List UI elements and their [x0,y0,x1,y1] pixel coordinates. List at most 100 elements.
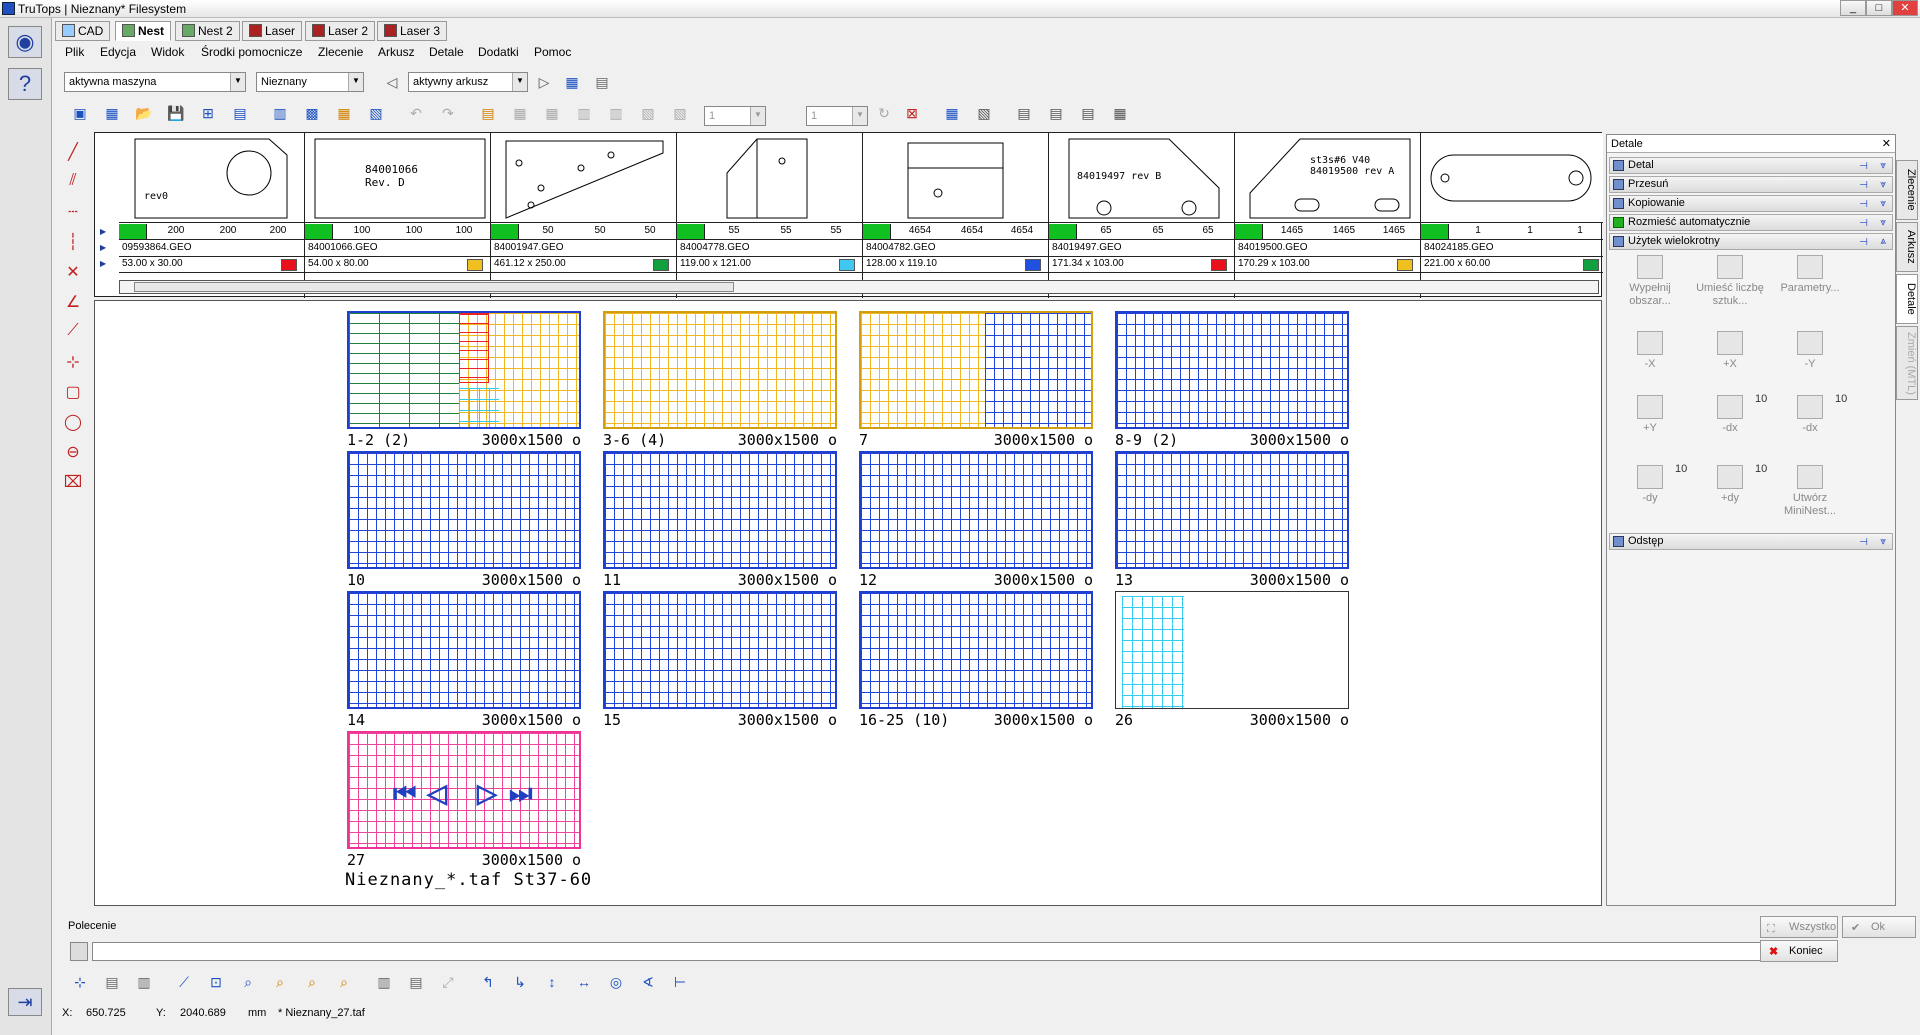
place-count-tool[interactable]: Umieść liczbę sztuk... [1691,255,1769,308]
section-rozmiesc[interactable]: Rozmieść automatycznie ⊣ ⩔ [1609,214,1893,231]
part-card[interactable]: rev0 200 200 200 09593864.GEO 53.00 x 30.0… [119,133,305,298]
all-button[interactable]: ⛶ Wszystko [1760,916,1838,938]
sheet-tool2-icon[interactable]: ▦ [540,101,564,125]
zoom-all-icon[interactable]: ⌕ [332,970,356,994]
last-page-icon[interactable]: ⏭ [509,778,532,810]
rect-tool-icon[interactable]: ▢ [56,382,90,410]
tech-icon[interactable]: ▧ [972,101,996,125]
view-b-icon[interactable]: ▤ [404,970,428,994]
tab-laser2[interactable]: Laser 2 [305,21,376,41]
parts-add-icon[interactable]: ▩ [300,101,324,125]
menu-zlecenie[interactable]: Zlecenie [318,45,363,59]
sheet-thumb[interactable] [603,451,837,569]
prev-page-icon[interactable]: ◁ [427,778,447,809]
part-card[interactable]: 84001066 Rev. D 100 100 100 84001066.GEO 5… [305,133,491,298]
delete-sheet-icon[interactable]: ⊠ [900,101,924,125]
tab-cad[interactable]: CAD [55,21,111,41]
sheet-thumb[interactable] [603,591,837,709]
parallel-tool-icon[interactable]: ⫽ [56,172,90,200]
parts-edit-icon[interactable]: ▧ [364,101,388,125]
vtab-zlecenie[interactable]: Zlecenie [1896,160,1918,220]
sheet-grid-icon[interactable]: ▤ [590,70,614,94]
view3-icon[interactable]: ▤ [1076,101,1100,125]
view-a-icon[interactable]: ▥ [372,970,396,994]
vtab-arkusz[interactable]: Arkusz [1896,222,1918,272]
dim1-icon[interactable]: ↰ [476,970,500,994]
snap-icon[interactable]: ⊹ [68,970,92,994]
section-odstep[interactable]: Odstęp ⊣ ⩔ [1609,533,1893,550]
next-sheet-icon[interactable]: ▷ [532,70,556,94]
cross-tool-icon[interactable]: ✕ [56,262,90,290]
rotate-icon[interactable]: ↻ [872,101,896,125]
exit-icon[interactable]: ⇥ [8,988,42,1016]
sheet-thumb[interactable] [347,311,581,429]
outline-icon[interactable]: ▥ [132,970,156,994]
count-spinner-1[interactable]: 1 ▼ [704,106,766,126]
circle2-tool-icon[interactable]: ⊖ [56,442,90,470]
pin-icon[interactable]: ⊣ [1859,535,1868,550]
sheet-thumb[interactable] [859,311,1093,429]
sheet-list-icon[interactable]: ▦ [560,70,584,94]
next-page-icon[interactable]: ▷ [477,778,497,809]
menu-srodki[interactable]: Środki pomocnicze [201,45,302,59]
dim7-icon[interactable]: ⊢ [668,970,692,994]
new-job-icon[interactable]: ▣ [68,101,92,125]
sheet-thumb[interactable] [347,451,581,569]
menu-dodatki[interactable]: Dodatki [478,45,519,59]
redo-icon[interactable]: ↷ [436,101,460,125]
sheet-tool1-icon[interactable]: ▦ [508,101,532,125]
view-c-icon[interactable]: ⤢ [436,970,460,994]
end-button[interactable]: ✖ Koniec [1760,940,1838,962]
chevron-down-icon[interactable]: ⩔ [1880,158,1886,173]
view4-icon[interactable]: ▦ [1108,101,1132,125]
tab-nest2[interactable]: Nest 2 [175,21,240,41]
maximize-button[interactable]: □ [1866,0,1892,16]
sheet-thumb[interactable] [347,591,581,709]
first-page-icon[interactable]: ⏮ [393,778,416,810]
part-card[interactable]: 4654 4654 4654 84004782.GEO 128.00 x 119.1… [863,133,1049,298]
plus-y-tool[interactable]: +Y [1611,395,1689,435]
parts-scrollbar[interactable] [119,280,1599,294]
part-card[interactable]: 111 84024185.GEO 221.00 x 60.00 [1421,133,1603,298]
command-input[interactable]: ▼ [92,942,1792,961]
close-button[interactable]: ✕ [1892,0,1918,16]
sheet-select[interactable]: aktywny arkusz ▼ [408,72,528,92]
minus-x-tool[interactable]: -X [1611,331,1689,371]
part-card[interactable]: st3s#6 V40 84019500 rev A 1465 1465 1465 8… [1235,133,1421,298]
sheet-tool3-icon[interactable]: ▥ [572,101,596,125]
menu-detale[interactable]: Detale [429,45,464,59]
section-detal[interactable]: Detal ⊣ ⩔ [1609,157,1893,174]
calc-icon[interactable]: ▦ [940,101,964,125]
sheet-thumb[interactable] [1115,311,1349,429]
menu-widok[interactable]: Widok [151,45,184,59]
sheet-thumb[interactable] [1115,591,1349,709]
material-select[interactable]: Nieznany ▼ [256,72,364,92]
sheet-thumb[interactable]: ⏮ ◁ ▷ ⏭ [347,731,581,849]
dim5-icon[interactable]: ◎ [604,970,628,994]
globe-icon[interactable]: ◉ [8,26,42,58]
section-kopiowanie[interactable]: Kopiowanie ⊣ ⩔ [1609,195,1893,212]
parts-grid-icon[interactable]: ▦ [332,101,356,125]
sheet-new-icon[interactable]: ▤ [476,101,500,125]
chevron-down-icon[interactable]: ⩔ [1880,215,1886,230]
section-uzytek[interactable]: Użytek wielokrotny ⊣ ⩓ [1609,233,1893,250]
help-icon[interactable]: ? [8,68,42,100]
scrollbar-thumb[interactable] [134,282,734,292]
machine-select[interactable]: aktywna maszyna ▼ [64,72,246,92]
sheet-tool6-icon[interactable]: ▧ [668,101,692,125]
sheet-thumb[interactable] [859,591,1093,709]
mininest-tool[interactable]: Utwórz MiniNest... [1771,465,1849,518]
part-card[interactable]: 55 55 55 84004778.GEO 119.00 x 121.00 [677,133,863,298]
sheet-thumb[interactable] [603,311,837,429]
zoom-in-icon[interactable]: ⌕ [268,970,292,994]
view1-icon[interactable]: ▤ [1012,101,1036,125]
new-icon[interactable]: ▦ [100,101,124,125]
pin-icon[interactable]: ⊣ [1859,159,1868,174]
hline-tool-icon[interactable]: ┄ [56,202,90,230]
save-icon[interactable]: 💾 [164,101,188,125]
minus-y-tool[interactable]: -Y [1771,331,1849,371]
chevron-down-icon[interactable]: ⩔ [1880,534,1886,549]
measure-icon[interactable]: ⟋ [172,970,196,994]
dim3-icon[interactable]: ↕ [540,970,564,994]
minimize-button[interactable]: _ [1840,0,1866,16]
